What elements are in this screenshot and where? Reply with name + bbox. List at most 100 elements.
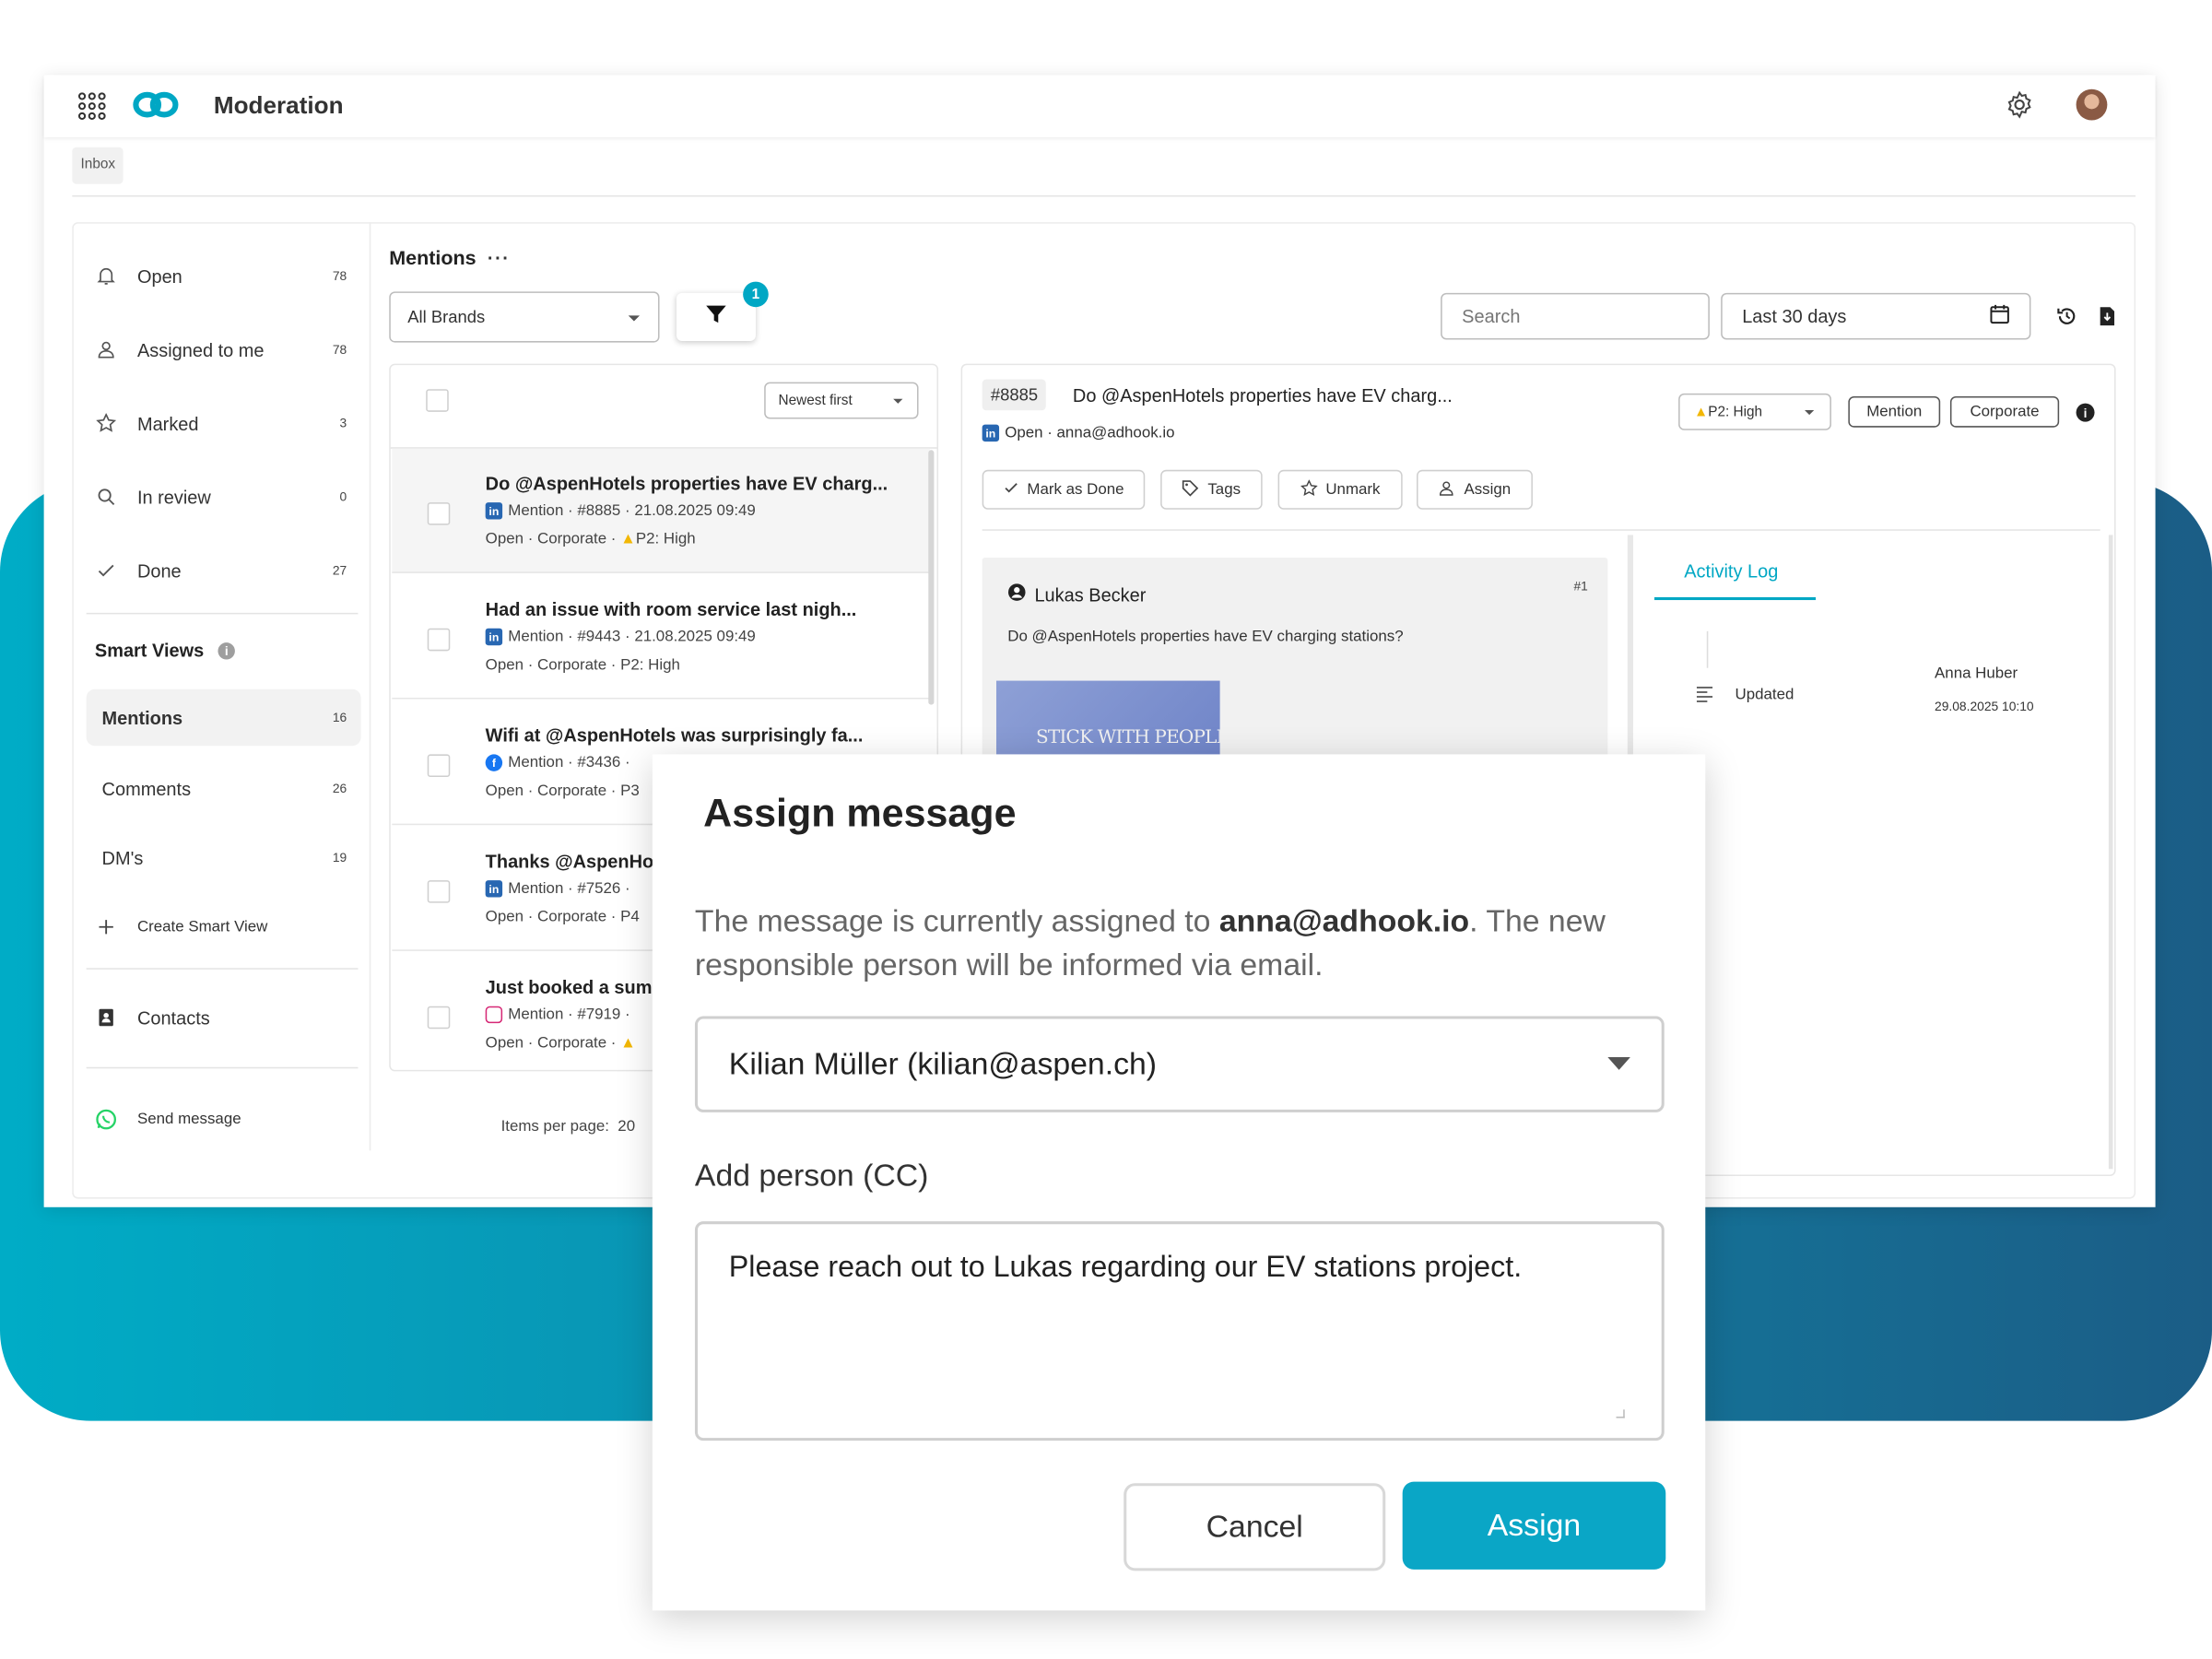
user-circle-icon: [1007, 583, 1026, 606]
list-item-title: Just booked a summ: [485, 976, 669, 998]
sidebar-item-label: Marked: [136, 412, 199, 434]
tag-mention[interactable]: Mention: [1848, 395, 1941, 428]
modal-title: Assign message: [703, 791, 1017, 835]
tags-button[interactable]: Tags: [1160, 469, 1263, 510]
whatsapp-icon: [87, 1108, 126, 1131]
assign-action-label: Assign: [1464, 481, 1512, 499]
send-message-label: Send message: [136, 1111, 241, 1128]
assign-button[interactable]: Assign: [1402, 1481, 1666, 1570]
unmark-button[interactable]: Unmark: [1277, 469, 1403, 510]
page-title: Mentions: [389, 246, 477, 269]
list-item-title: Wifi at @AspenHotels was surprisingly fa…: [485, 724, 864, 747]
brand-select[interactable]: All Brands: [389, 291, 660, 343]
select-all-checkbox[interactable]: [426, 389, 449, 412]
calendar-icon: [1990, 304, 2009, 328]
resize-handle-icon[interactable]: [1616, 1409, 1625, 1418]
tags-label: Tags: [1207, 481, 1241, 499]
activity-time: 29.08.2025 10:10: [1935, 699, 2034, 713]
current-assignee-email: anna@adhook.io: [1218, 902, 1470, 939]
message-text: Do @AspenHotels properties have EV charg…: [1007, 628, 1404, 646]
modal-description-text: The message is currently assigned to: [694, 902, 1219, 939]
user-icon: [87, 340, 126, 359]
activity-user: Anna Huber: [1935, 665, 2018, 683]
priority-value: P2: High: [1708, 404, 1763, 420]
info-icon[interactable]: i: [218, 641, 236, 659]
chevron-down-icon: [1607, 1052, 1630, 1077]
smart-view-dms[interactable]: DM's 19: [87, 830, 361, 886]
row-checkbox[interactable]: [427, 754, 451, 777]
history-icon[interactable]: [2056, 306, 2077, 335]
assignee-select[interactable]: Kilian Müller (kilian@aspen.ch): [694, 1016, 1665, 1112]
facebook-icon: f: [485, 754, 503, 771]
list-item-status: Open · Corporate ·: [485, 1034, 617, 1052]
smart-view-comments[interactable]: Comments 26: [87, 760, 361, 817]
chevron-down-icon: [891, 393, 904, 408]
date-range-picker[interactable]: Last 30 days: [1721, 292, 2031, 340]
activity-scrollbar[interactable]: [2108, 535, 2113, 1170]
apps-grid-icon[interactable]: [77, 92, 106, 121]
smart-view-label: Mentions: [101, 706, 183, 729]
sidebar-item-done[interactable]: Done 27: [87, 542, 361, 598]
message-image[interactable]: STICK WITH PEOPLE: [995, 680, 1220, 766]
priority-select[interactable]: ▲P2: High: [1678, 393, 1831, 430]
cc-label: Add person (CC): [694, 1158, 929, 1194]
assign-action-button[interactable]: Assign: [1417, 469, 1533, 510]
smart-view-label: Comments: [101, 777, 192, 799]
user-icon: [1439, 479, 1455, 500]
list-item-status: Open · Corporate ·: [485, 530, 621, 548]
cancel-button[interactable]: Cancel: [1124, 1483, 1386, 1571]
tab-activity-log[interactable]: Activity Log: [1684, 560, 1778, 582]
mark-as-done-button[interactable]: Mark as Done: [982, 469, 1146, 510]
sidebar-item-marked[interactable]: Marked 3: [87, 394, 361, 451]
tag-corporate[interactable]: Corporate: [1949, 395, 2060, 428]
info-icon[interactable]: i: [2076, 403, 2095, 422]
bell-icon: [87, 266, 126, 286]
more-options-icon[interactable]: ···: [488, 247, 511, 268]
smart-view-mentions[interactable]: Mentions 16: [86, 688, 361, 747]
items-per-page[interactable]: Items per page: 20: [501, 1118, 636, 1135]
modal-description: The message is currently assigned to ann…: [695, 899, 1657, 986]
tab-underline: [1653, 596, 1817, 601]
list-item-status: Open · Corporate · P3: [485, 782, 640, 800]
breadcrumb-inbox[interactable]: Inbox: [72, 147, 124, 184]
row-checkbox[interactable]: [427, 502, 451, 525]
list-scrollbar[interactable]: [928, 450, 935, 705]
plus-icon: [87, 919, 126, 935]
row-checkbox[interactable]: [427, 880, 451, 903]
status-assignee-text: Open · anna@adhook.io: [1005, 424, 1175, 442]
top-bar: Moderation: [43, 75, 2156, 137]
export-file-icon[interactable]: [2099, 306, 2115, 335]
list-item[interactable]: Had an issue with room service last nigh…: [392, 574, 930, 700]
sidebar-item-count: 78: [332, 342, 347, 357]
sidebar-item-count: 0: [339, 489, 347, 504]
message-author: Lukas Becker: [1007, 583, 1146, 606]
settings-gear-icon[interactable]: [2006, 90, 2034, 119]
search-input[interactable]: [1441, 294, 1709, 338]
smart-views-title: Smart Views: [94, 640, 205, 662]
cc-textarea[interactable]: Please reach out to Lukas regarding our …: [694, 1221, 1665, 1441]
send-message-button[interactable]: Send message: [87, 1091, 361, 1147]
sidebar-item-assigned[interactable]: Assigned to me 78: [87, 322, 361, 378]
date-range-value: Last 30 days: [1742, 305, 1847, 327]
row-checkbox[interactable]: [427, 1006, 451, 1030]
sidebar-item-in-review[interactable]: In review 0: [87, 468, 361, 524]
list-item-meta: Mention · #8885 · 21.08.2025 09:49: [508, 502, 756, 520]
sidebar-item-contacts[interactable]: Contacts: [87, 989, 361, 1045]
warning-icon: ▲: [616, 1034, 636, 1052]
check-icon: [1003, 480, 1018, 500]
linkedin-icon: in: [982, 424, 1000, 442]
sidebar-divider: [86, 612, 359, 615]
image-caption: STICK WITH PEOPLE: [1035, 727, 1220, 749]
create-smart-view-button[interactable]: Create Smart View: [87, 899, 361, 955]
sidebar-separator: [369, 222, 371, 1151]
sidebar-divider: [86, 1066, 359, 1069]
user-avatar[interactable]: [2076, 88, 2108, 121]
row-checkbox[interactable]: [427, 628, 451, 652]
list-item-meta: Mention · #3436 ·: [508, 754, 630, 771]
activity-action: Updated: [1735, 686, 1794, 704]
sort-select[interactable]: Newest first: [764, 382, 919, 419]
sidebar-item-open[interactable]: Open 78: [87, 248, 361, 304]
search-field[interactable]: [1441, 292, 1710, 340]
list-item[interactable]: Do @AspenHotels properties have EV charg…: [392, 448, 930, 573]
breadcrumb-divider: [72, 194, 2136, 197]
